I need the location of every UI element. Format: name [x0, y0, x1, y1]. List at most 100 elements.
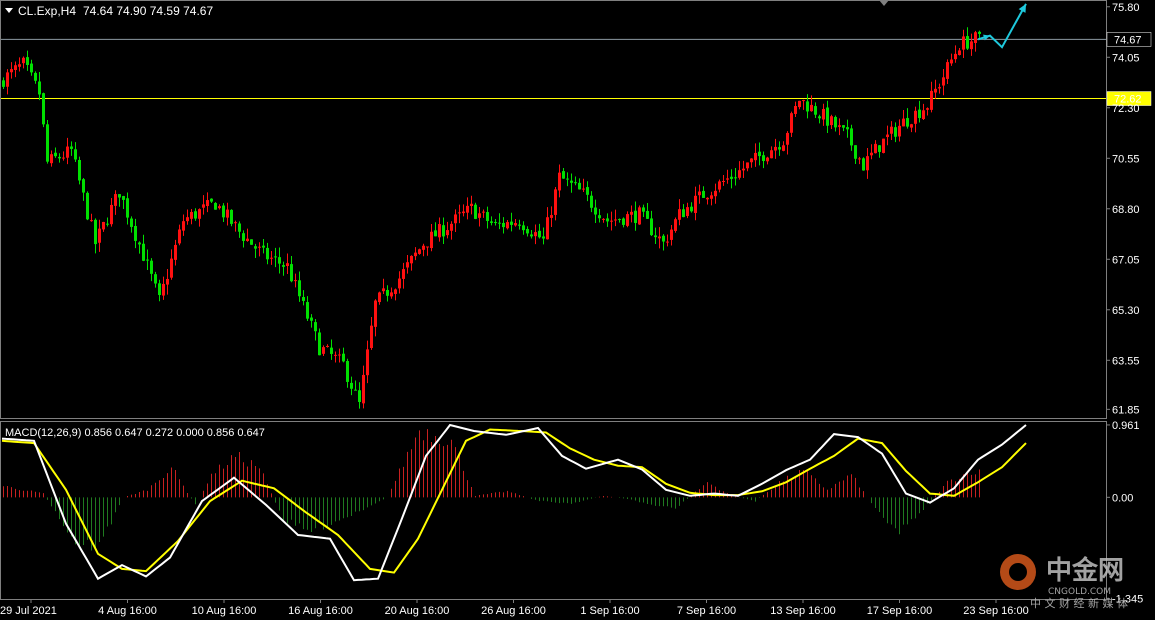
- candle-body: [314, 322, 317, 332]
- candle-body: [646, 210, 649, 219]
- candle-body: [446, 230, 449, 236]
- candle-body: [214, 202, 217, 210]
- candle-body: [22, 57, 25, 64]
- candle-body: [714, 190, 717, 197]
- price-levels: 74.6772.62: [1, 32, 1152, 106]
- price-chart[interactable]: 74.6772.62 75.80 74.05 72.30 70.55 68.80 67.0…: [0, 0, 1155, 620]
- candle-body: [610, 220, 613, 222]
- candle-body: [38, 81, 41, 95]
- candle-body: [626, 214, 629, 226]
- candle-body: [746, 162, 749, 169]
- candle-body: [442, 225, 445, 237]
- macd-main-line: [1, 423, 1027, 582]
- candle-body: [818, 116, 821, 119]
- candle-body: [754, 152, 757, 161]
- candle-body: [218, 206, 221, 209]
- price-tick-label: 72.30: [1112, 103, 1140, 115]
- candle-body: [790, 113, 793, 133]
- candle-body: [774, 146, 777, 151]
- candle-body: [618, 219, 621, 221]
- candle-body: [50, 154, 53, 164]
- candle-body: [18, 64, 21, 67]
- candle-body: [66, 146, 69, 158]
- candle-body: [186, 217, 189, 222]
- candle-body: [870, 152, 873, 156]
- candle-body: [130, 218, 133, 227]
- candle-body: [498, 222, 501, 224]
- candle-body: [890, 126, 893, 134]
- candle-body: [270, 257, 273, 259]
- candle-body: [438, 224, 441, 238]
- candle-body: [878, 145, 881, 152]
- time-tick-label: 23 Sep 16:00: [963, 605, 1028, 617]
- candle-body: [966, 36, 969, 49]
- ohlc-values: 74.64 74.90 74.59 74.67: [83, 4, 213, 18]
- candle-body: [450, 223, 453, 231]
- candle-body: [630, 211, 633, 215]
- candle-body: [490, 221, 493, 223]
- symbol-dropdown-icon[interactable]: [5, 8, 13, 13]
- price-level-label: 74.67: [1114, 34, 1142, 46]
- chart-shift-marker-icon[interactable]: [879, 0, 889, 6]
- candle-body: [182, 221, 185, 231]
- candle-body: [970, 41, 973, 50]
- candle-body: [410, 255, 413, 264]
- candle-body: [110, 204, 113, 225]
- macd-header: MACD(12,26,9) 0.856 0.647 0.272 0.000 0.…: [5, 427, 265, 439]
- candle-body: [402, 269, 405, 279]
- candle-body: [586, 187, 589, 195]
- candle-body: [706, 197, 709, 200]
- candle-body: [334, 354, 337, 356]
- candle-body: [302, 297, 305, 301]
- candle-body: [662, 235, 665, 242]
- candle-body: [174, 244, 177, 260]
- candle-body: [90, 220, 93, 222]
- candle-body: [930, 90, 933, 110]
- candle-body: [266, 247, 269, 260]
- candle-body: [722, 180, 725, 182]
- candle-body: [634, 210, 637, 223]
- candle-body: [82, 179, 85, 193]
- candle-body: [678, 209, 681, 220]
- candle-body: [222, 205, 225, 218]
- candle-body: [154, 274, 157, 284]
- candle-body: [962, 36, 965, 50]
- candle-body: [378, 292, 381, 303]
- candle-body: [770, 150, 773, 159]
- candle-body: [642, 207, 645, 212]
- candle-body: [198, 209, 201, 219]
- candlestick-series: [2, 27, 981, 409]
- candle-body: [150, 260, 153, 274]
- candle-body: [566, 178, 569, 180]
- candle-body: [766, 157, 769, 162]
- candle-body: [574, 182, 577, 184]
- candle-body: [394, 289, 397, 294]
- candle-body: [762, 155, 765, 162]
- candle-body: [866, 156, 869, 171]
- candle-body: [106, 223, 109, 225]
- candle-body: [146, 259, 149, 261]
- candle-body: [558, 172, 561, 191]
- candle-body: [210, 198, 213, 202]
- candle-body: [682, 209, 685, 218]
- projection-arrow-path: [977, 3, 1027, 49]
- candle-body: [826, 107, 829, 126]
- candle-body: [238, 223, 241, 232]
- cngold-logo-inner-icon: [1009, 563, 1027, 581]
- candle-body: [70, 146, 73, 149]
- candle-body: [122, 196, 125, 200]
- candle-body: [42, 93, 45, 125]
- candle-body: [830, 116, 833, 126]
- candle-body: [874, 143, 877, 154]
- candle-body: [86, 192, 89, 220]
- time-tick-label: 17 Sep 16:00: [867, 605, 932, 617]
- candle-body: [910, 124, 913, 128]
- candle-body: [358, 390, 361, 402]
- candle-body: [570, 180, 573, 183]
- candle-body: [62, 157, 65, 159]
- time-tick-label: 13 Sep 16:00: [770, 605, 835, 617]
- candle-body: [718, 181, 721, 190]
- time-tick-label: 26 Aug 16:00: [481, 605, 546, 617]
- candle-body: [14, 65, 17, 70]
- price-tick-label: 63.55: [1112, 355, 1140, 367]
